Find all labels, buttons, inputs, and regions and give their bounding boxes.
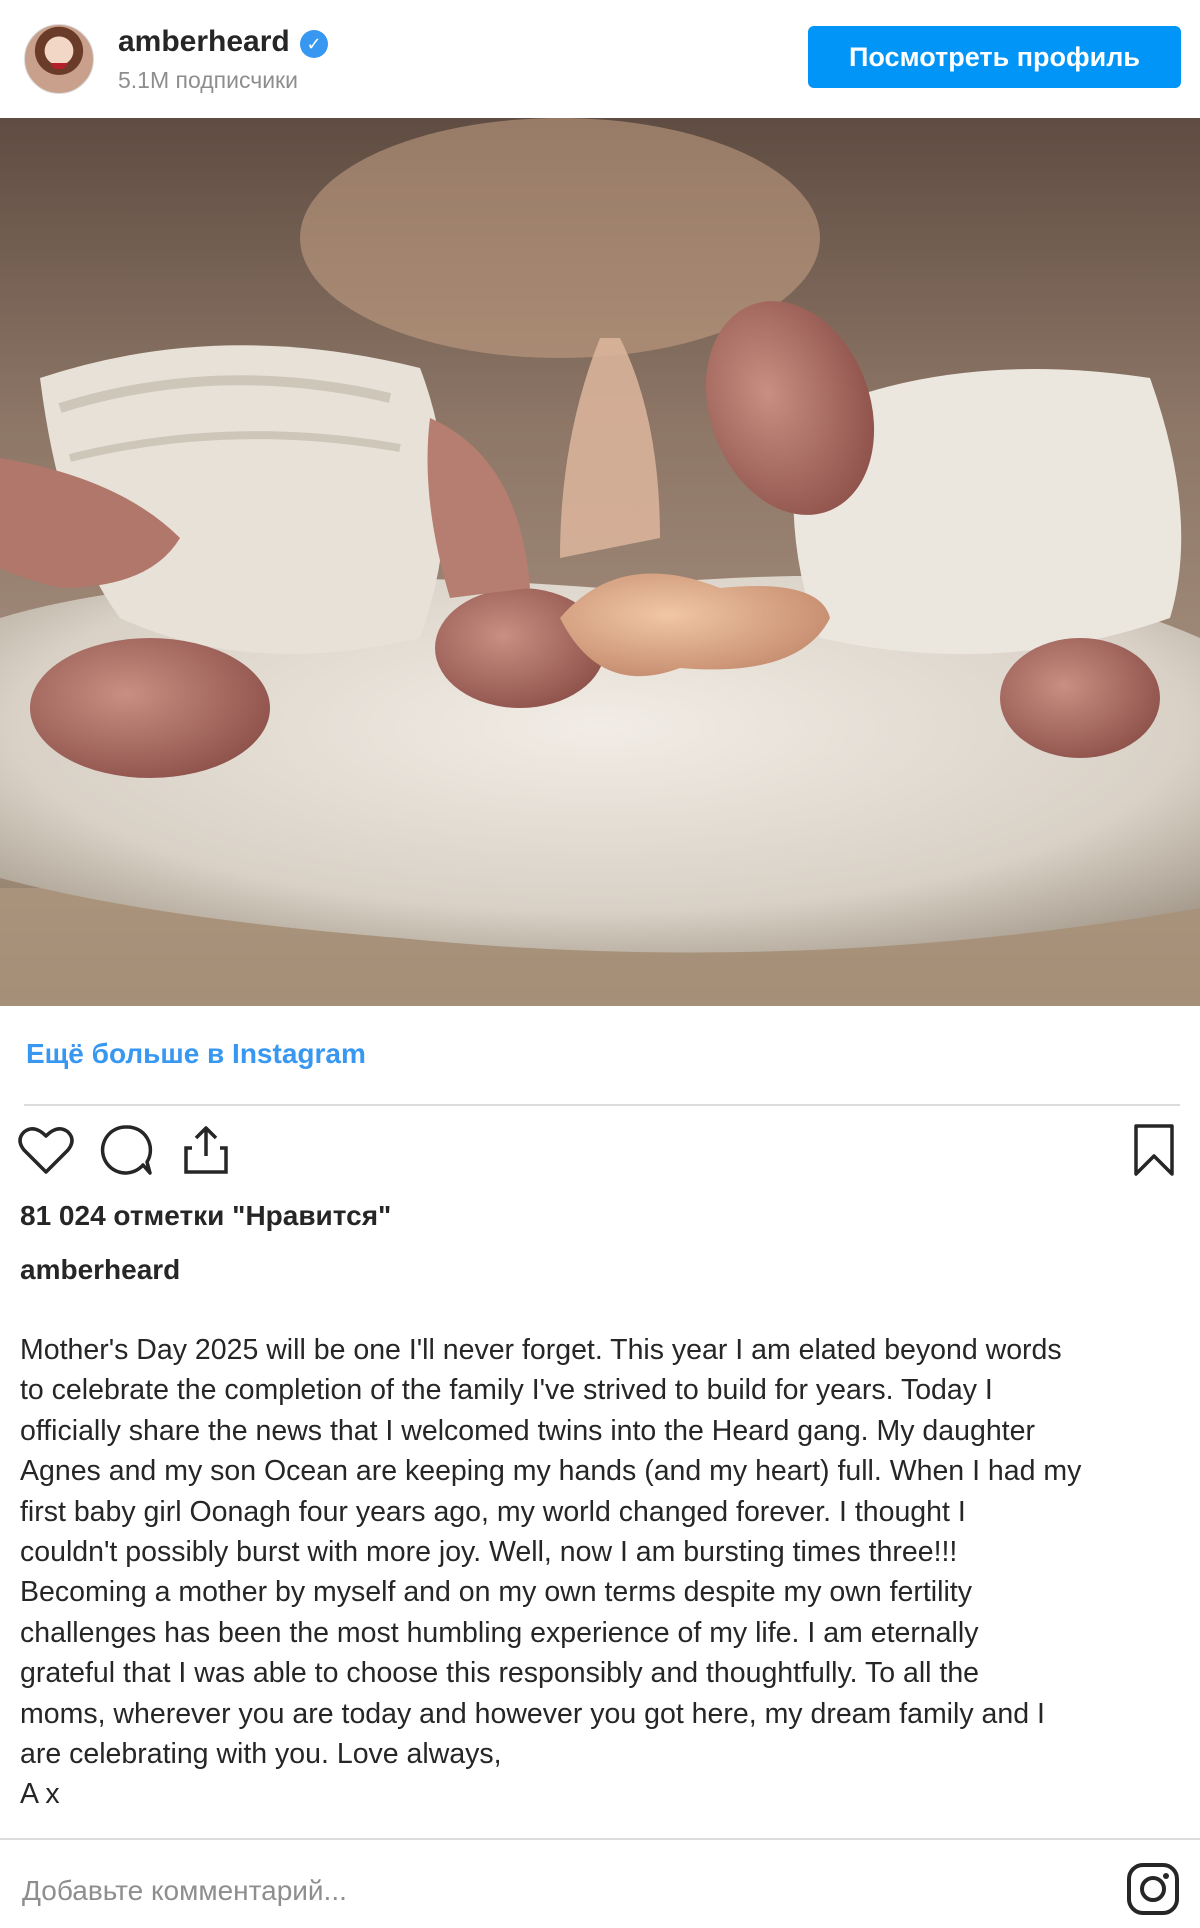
verified-badge-icon: ✓ (300, 30, 328, 58)
bookmark-icon[interactable] (1124, 1120, 1184, 1180)
view-profile-button[interactable]: Посмотреть профиль (808, 26, 1181, 88)
instagram-embed-card: amberheard ✓ 5.1M подписчики Посмотреть … (0, 0, 1200, 1928)
share-icon[interactable] (176, 1120, 236, 1180)
photo-babies-feet (0, 118, 1200, 1006)
post-photo[interactable] (0, 118, 1200, 1006)
caption-username[interactable]: amberheard (20, 1252, 180, 1288)
comment-input[interactable] (20, 1862, 1104, 1920)
avatar[interactable] (24, 24, 94, 94)
post-header: amberheard ✓ 5.1M подписчики Посмотреть … (0, 0, 1200, 118)
username[interactable]: amberheard (118, 24, 290, 60)
like-count[interactable]: 81 024 отметки "Нравится" (20, 1198, 391, 1234)
post-caption: Mother's Day 2025 will be one I'll never… (20, 1334, 1082, 1811)
follower-count: 5.1M подписчики (118, 67, 298, 93)
comment-bubble-icon[interactable] (96, 1120, 156, 1180)
more-in-instagram-link[interactable]: Ещё больше в Instagram (26, 1036, 366, 1072)
divider (24, 1104, 1180, 1106)
instagram-icon[interactable] (1126, 1862, 1180, 1916)
divider (0, 1838, 1200, 1840)
heart-icon[interactable] (16, 1120, 76, 1180)
